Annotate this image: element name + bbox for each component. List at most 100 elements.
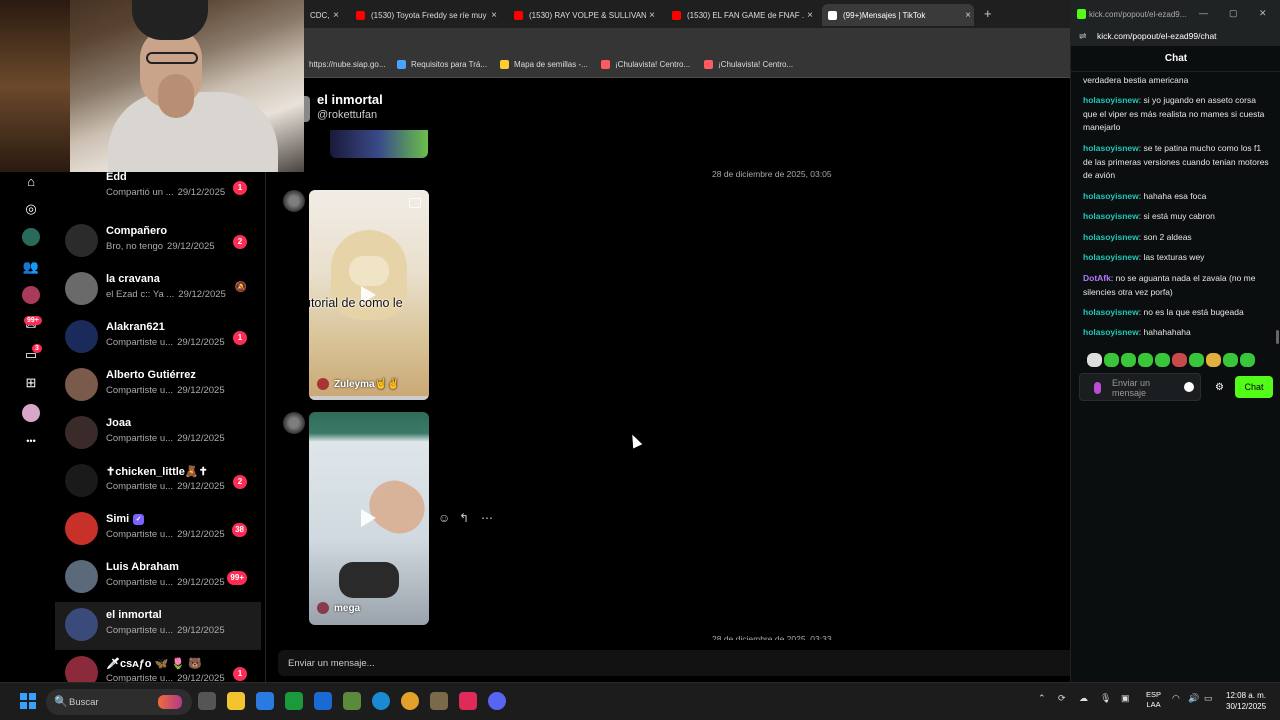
emoji-icon[interactable] [1184, 382, 1194, 392]
conversation-handle[interactable]: @rokettufan [317, 109, 377, 121]
discord-icon[interactable] [488, 692, 506, 710]
chat-username[interactable]: holasoyisnew [1083, 95, 1139, 105]
browser-tab[interactable]: CDC, B× [304, 4, 342, 26]
conversation-item[interactable]: Alberto Gutiérrez Compartiste u... 29/12/… [55, 362, 261, 410]
chat-input[interactable]: Enviar un mensaje [1079, 373, 1201, 401]
bookmark[interactable]: https://nube.siap.go... [309, 60, 386, 69]
volume-icon[interactable]: 🔊 [1188, 693, 1199, 704]
conversation-item[interactable]: Edd Compartió un ... 29/12/2025 1 [55, 172, 261, 212]
conversation-item[interactable]: la cravana el Ezad c:: Ya ... 29/12/2025 … [55, 266, 261, 314]
react-icon[interactable]: ☺ [438, 511, 450, 525]
battery-icon[interactable]: ▭ [1204, 693, 1213, 704]
taskbar-clock[interactable]: 12:08 a. m. 30/12/2025 [1226, 690, 1266, 712]
file-explorer-icon[interactable] [227, 692, 245, 710]
chat-username[interactable]: holasoyisnew [1083, 143, 1139, 153]
conversation-item[interactable]: Simi ✓ Compartiste u... 29/12/2025 38 [55, 506, 261, 554]
tray-chevron-icon[interactable]: ⌃ [1038, 693, 1046, 704]
chat-username[interactable]: holasoyisnew [1083, 232, 1139, 242]
game-icon[interactable] [430, 692, 448, 710]
site-info-icon[interactable]: ⇌ [1079, 31, 1087, 42]
conversation-item-selected[interactable]: el inmortal Compartiste u... 29/12/2025 [55, 602, 261, 650]
close-icon[interactable]: × [488, 10, 500, 21]
browser-tab[interactable]: (1530) RAY VOLPE & SULLIVAN × [508, 4, 658, 26]
edge-icon[interactable] [372, 692, 390, 710]
xbox-icon[interactable] [285, 692, 303, 710]
previous-video-thumbnail[interactable] [330, 130, 428, 158]
close-icon[interactable]: × [646, 10, 658, 21]
chat-username[interactable]: holasoyisnew [1083, 211, 1139, 221]
emote-icon[interactable] [1087, 353, 1102, 367]
chat-username[interactable]: holasoyisnew [1083, 327, 1139, 337]
wifi-icon[interactable]: ◠ [1172, 693, 1180, 704]
chrome-icon[interactable] [401, 692, 419, 710]
conversation-title[interactable]: el inmortal [317, 92, 383, 107]
conversation-item[interactable]: Joaa Compartiste u... 29/12/2025 [55, 410, 261, 458]
conversation-item[interactable]: Alakran621 Compartiste u... 29/12/2025 1 [55, 314, 261, 362]
tray-app-icon[interactable]: ⟳ [1058, 693, 1066, 704]
tray-app-icon[interactable]: ▣ [1121, 693, 1130, 704]
bookmark[interactable]: Requisitos para Trá... [397, 60, 487, 69]
emote-icon[interactable] [1206, 353, 1221, 367]
sender-avatar[interactable] [283, 190, 305, 212]
conversation-item[interactable]: 🗡ᴄѕᴀƒᴏ 🦋 🌷 🐻 Compartiste u... 29/12/2025 … [55, 650, 261, 682]
mic-icon[interactable] [1094, 382, 1101, 394]
taskbar-search[interactable]: 🔍 Buscar [46, 689, 192, 715]
emote-icon[interactable] [1223, 353, 1238, 367]
mic-tray-icon[interactable]: 🎙 [1100, 693, 1111, 704]
tiktok-icon[interactable] [459, 692, 477, 710]
bookmark[interactable]: ¡Chulavista! Centro... [704, 60, 793, 69]
sender-avatar[interactable] [283, 412, 305, 434]
bookmark[interactable]: ¡Chulavista! Centro... [601, 60, 690, 69]
upload-icon[interactable]: ⊞ [22, 374, 40, 392]
conversation-item[interactable]: Compañero Bro, no tengo 29/12/2025 2 [55, 218, 261, 266]
emote-icon[interactable] [1155, 353, 1170, 367]
explore-icon[interactable]: ◎ [22, 200, 40, 218]
chat-username[interactable]: holasoyisnew [1083, 191, 1139, 201]
cloud-icon[interactable]: ☁ [1079, 693, 1088, 704]
emote-icon[interactable] [1240, 353, 1255, 367]
emote-icon[interactable] [1189, 353, 1204, 367]
close-icon[interactable]: × [330, 10, 342, 21]
new-tab-button[interactable]: + [984, 6, 992, 21]
home-icon[interactable]: ⌂ [22, 172, 40, 190]
maximize-icon[interactable]: ▢ [1229, 8, 1238, 19]
emote-icon[interactable] [1121, 353, 1136, 367]
emote-icon[interactable] [1172, 353, 1187, 367]
chat-username[interactable]: holasoyisnew [1083, 307, 1139, 317]
chat-username[interactable]: holasoyisnew [1083, 252, 1139, 262]
chat-send-button[interactable]: Chat [1235, 376, 1273, 398]
language-indicator[interactable]: ESP LAA [1146, 690, 1161, 710]
live-icon[interactable] [22, 286, 40, 304]
app-icon[interactable] [314, 692, 332, 710]
bookmark[interactable]: Mapa de semillas -... [500, 60, 588, 69]
following-icon[interactable] [22, 228, 40, 246]
conversation-item[interactable]: Luis Abraham Compartiste u... 29/12/2025 … [55, 554, 261, 602]
store-icon[interactable] [256, 692, 274, 710]
shared-video-card[interactable]: mega [309, 412, 429, 625]
close-icon[interactable]: × [804, 10, 816, 21]
expand-icon[interactable] [409, 198, 421, 208]
profile-icon[interactable] [22, 404, 40, 422]
minecraft-icon[interactable] [343, 692, 361, 710]
play-icon[interactable] [361, 509, 376, 527]
task-view-icon[interactable] [198, 692, 216, 710]
emote-icon[interactable] [1104, 353, 1119, 367]
more-options-icon[interactable]: ⋯ [481, 511, 493, 525]
conversation-item[interactable]: ✝chicken_little🧸✝ Compartiste u... 29/12/… [55, 458, 261, 506]
close-icon[interactable]: × [962, 10, 974, 21]
shared-video-card[interactable]: utorial de como le Zuleyma🤘✌ [309, 190, 429, 400]
browser-tab[interactable]: (1530) Toyota Freddy se ríe muy × [350, 4, 500, 26]
settings-gear-icon[interactable]: ⚙ [1215, 382, 1224, 393]
popup-address-bar[interactable]: ⇌ kick.com/popout/el-ezad99/chat [1071, 28, 1280, 46]
browser-tab-active[interactable]: (99+)Mensajes | TikTok × [822, 4, 974, 26]
minimize-icon[interactable]: — [1199, 8, 1208, 18]
emote-icon[interactable] [1138, 353, 1153, 367]
more-icon[interactable]: ••• [22, 432, 40, 450]
friends-icon[interactable]: 👥 [22, 258, 40, 276]
chat-username[interactable]: DotAfk [1083, 273, 1111, 283]
start-button-icon[interactable] [20, 693, 36, 709]
reply-icon[interactable]: ↰ [459, 511, 469, 525]
browser-tab[interactable]: (1530) EL FAN GAME de FNAF ... × [666, 4, 816, 26]
close-icon[interactable]: ✕ [1259, 8, 1267, 19]
message-input[interactable]: Enviar un mensaje... [288, 658, 375, 669]
